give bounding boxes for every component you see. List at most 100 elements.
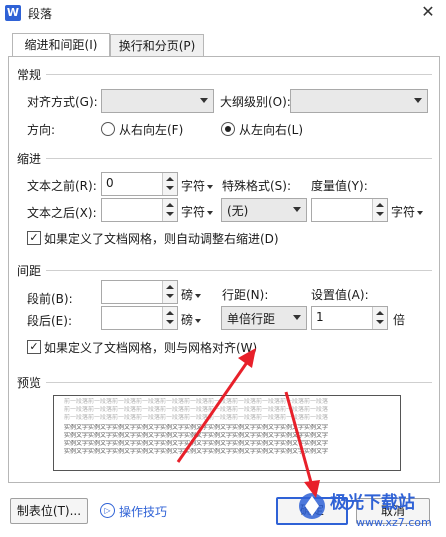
stepper-down-icon[interactable] — [166, 212, 174, 216]
title-bar — [0, 0, 446, 26]
alignment-select[interactable] — [101, 89, 214, 113]
section-preview-title: 预览 — [17, 376, 42, 390]
section-spacing-title: 间距 — [17, 264, 42, 278]
auto-adjust-label[interactable]: 如果定义了文档网格，则自动调整右缩进(D) — [44, 230, 279, 247]
setting-value: 1 — [316, 310, 324, 324]
special-format-value: (无) — [227, 204, 249, 218]
chevron-down-icon — [414, 98, 422, 103]
stepper-buttons[interactable] — [372, 307, 387, 329]
space-before-stepper[interactable] — [101, 280, 178, 304]
space-before-label: 段前(B): — [27, 292, 73, 306]
wps-writer-icon: W — [5, 5, 21, 21]
preview-sample-line: 实例文字实例文字实例文字实例文字实例文字实例文字实例文字实例文字实例文字实例文字… — [64, 448, 329, 455]
tab-line-page-break[interactable]: 换行和分页(P) — [110, 34, 204, 57]
auto-adjust-checkbox[interactable]: ✓ — [27, 231, 41, 245]
play-tips-icon[interactable]: ▷ — [100, 503, 115, 518]
stepper-down-icon[interactable] — [376, 212, 384, 216]
chevron-down-icon — [293, 315, 301, 320]
stepper-up-icon[interactable] — [166, 311, 174, 315]
stepper-down-icon[interactable] — [166, 186, 174, 190]
caret-down-icon — [207, 184, 214, 189]
snap-to-grid-label[interactable]: 如果定义了文档网格，则与网格对齐(W) — [44, 339, 257, 356]
outline-level-select[interactable] — [290, 89, 428, 113]
chevron-down-icon — [293, 207, 301, 212]
direction-label: 方向: — [27, 123, 56, 137]
unit-text: 字符 — [181, 179, 206, 193]
special-format-label: 特殊格式(S): — [222, 179, 292, 193]
chevron-down-icon — [200, 98, 208, 103]
stepper-down-icon[interactable] — [376, 320, 384, 324]
divider — [46, 158, 432, 159]
tab-stops-button[interactable]: 制表位(T)... — [10, 498, 88, 524]
line-spacing-value: 单倍行距 — [227, 312, 276, 326]
divider — [46, 74, 432, 75]
divider — [46, 382, 432, 383]
stepper-down-icon[interactable] — [166, 320, 174, 324]
stepper-up-icon[interactable] — [166, 285, 174, 289]
indent-after-label: 文本之后(X): — [27, 206, 97, 220]
line-spacing-label: 行距(N): — [222, 288, 269, 302]
preview-sample-line: 实例文字实例文字实例文字实例文字实例文字实例文字实例文字实例文字实例文字实例文字… — [64, 440, 329, 447]
indent-after-stepper[interactable] — [101, 198, 178, 222]
caret-down-icon — [207, 210, 214, 215]
rtl-label[interactable]: 从右向左(F) — [119, 121, 183, 138]
preview-prev-line: 前一段落前一段落前一段落前一段落前一段落前一段落前一段落前一段落前一段落前一段落… — [64, 414, 329, 421]
divider — [46, 270, 432, 271]
tips-link[interactable]: 操作技巧 — [119, 503, 167, 520]
space-after-unit[interactable]: 磅 — [181, 311, 202, 328]
space-after-label: 段后(E): — [27, 314, 72, 328]
preview-prev-line: 前一段落前一段落前一段落前一段落前一段落前一段落前一段落前一段落前一段落前一段落… — [64, 406, 329, 413]
ltr-label[interactable]: 从左向右(L) — [239, 121, 303, 138]
outline-level-label: 大纲级别(O): — [220, 95, 291, 109]
space-after-stepper[interactable] — [101, 306, 178, 330]
preview-sample-line: 实例文字实例文字实例文字实例文字实例文字实例文字实例文字实例文字实例文字实例文字… — [64, 432, 329, 439]
indent-before-stepper[interactable]: 0 — [101, 172, 178, 196]
check-icon: ✓ — [29, 340, 39, 353]
measure-unit[interactable]: 字符 — [391, 203, 424, 220]
rtl-radio[interactable] — [101, 122, 115, 136]
section-indent-title: 缩进 — [17, 152, 42, 166]
indent-before-label: 文本之前(R): — [27, 179, 97, 193]
tab-indent-spacing[interactable]: 缩进和间距(I) — [12, 33, 110, 58]
stepper-up-icon[interactable] — [376, 203, 384, 207]
stepper-buttons[interactable] — [162, 173, 177, 195]
indent-before-value: 0 — [106, 176, 114, 190]
close-icon[interactable]: ✕ — [418, 2, 438, 22]
measure-stepper[interactable] — [311, 198, 388, 222]
dialog-title: 段落 — [28, 7, 53, 21]
stepper-up-icon[interactable] — [166, 177, 174, 181]
unit-text: 字符 — [181, 205, 206, 219]
special-format-select[interactable]: (无) — [221, 198, 307, 222]
indent-before-unit[interactable]: 字符 — [181, 177, 214, 194]
alignment-label: 对齐方式(G): — [27, 95, 98, 109]
space-before-unit[interactable]: 磅 — [181, 286, 202, 303]
paragraph-preview: 前一段落前一段落前一段落前一段落前一段落前一段落前一段落前一段落前一段落前一段落… — [53, 395, 401, 471]
watermark-logo: 极光下载站 www.xz7.com — [299, 492, 432, 529]
section-general-title: 常规 — [17, 68, 42, 82]
stepper-up-icon[interactable] — [166, 203, 174, 207]
stepper-buttons[interactable] — [162, 281, 177, 303]
unit-text: 字符 — [391, 205, 416, 219]
setting-value-label: 设置值(A): — [311, 288, 369, 302]
measure-label: 度量值(Y): — [311, 179, 368, 193]
caret-down-icon — [195, 293, 202, 298]
check-icon: ✓ — [29, 231, 39, 244]
setting-value-unit: 倍 — [393, 313, 406, 327]
line-spacing-select[interactable]: 单倍行距 — [221, 306, 307, 330]
stepper-buttons[interactable] — [162, 307, 177, 329]
indent-after-unit[interactable]: 字符 — [181, 203, 214, 220]
preview-prev-line: 前一段落前一段落前一段落前一段落前一段落前一段落前一段落前一段落前一段落前一段落… — [64, 398, 329, 405]
stepper-buttons[interactable] — [162, 199, 177, 221]
unit-text: 磅 — [181, 313, 194, 327]
preview-sample-line: 实例文字实例文字实例文字实例文字实例文字实例文字实例文字实例文字实例文字实例文字… — [64, 424, 329, 431]
stepper-up-icon[interactable] — [376, 311, 384, 315]
ltr-radio[interactable] — [221, 122, 235, 136]
unit-text: 磅 — [181, 288, 194, 302]
caret-down-icon — [195, 318, 202, 323]
snap-to-grid-checkbox[interactable]: ✓ — [27, 340, 41, 354]
watermark-url: www.xz7.com — [356, 516, 432, 529]
watermark-text: 极光下载站 — [330, 492, 415, 513]
stepper-down-icon[interactable] — [166, 294, 174, 298]
stepper-buttons[interactable] — [372, 199, 387, 221]
setting-value-stepper[interactable]: 1 — [311, 306, 388, 330]
